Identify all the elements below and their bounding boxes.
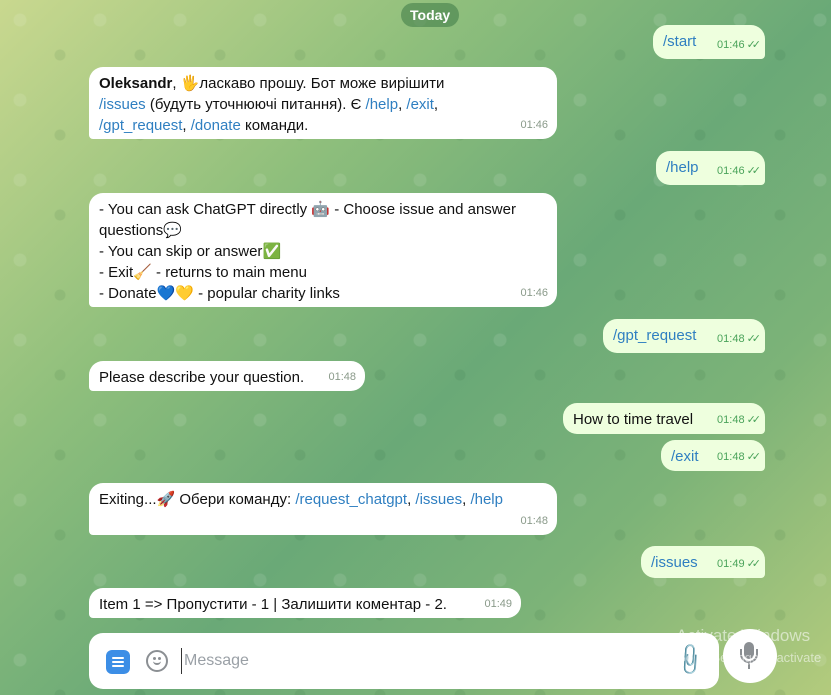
- sender-name: Oleksandr: [99, 75, 173, 92]
- message-text: - You can ask ChatGPT directly 🤖 - Choos…: [99, 201, 516, 302]
- message-time: 01:48: [520, 515, 548, 527]
- message-time: 01:48: [328, 371, 356, 383]
- message-outgoing[interactable]: How to time travel 01:48 ✓✓: [563, 403, 765, 434]
- message-outgoing[interactable]: /issues 01:49 ✓✓: [641, 546, 765, 578]
- read-checks-icon: ✓✓: [746, 558, 762, 570]
- read-checks-icon: ✓✓: [746, 39, 762, 51]
- activate-windows-watermark: Activate Windows Go to Settings to activ…: [676, 626, 822, 665]
- blue-heart-icon: 💙: [156, 285, 176, 302]
- command-link-help[interactable]: /help: [366, 96, 399, 113]
- message-text: Please describe your question.: [99, 369, 305, 386]
- message-outgoing[interactable]: /exit 01:48 ✓✓: [661, 440, 765, 471]
- message-text[interactable]: /gpt_request: [613, 327, 696, 344]
- broom-icon: 🧹: [133, 264, 152, 281]
- message-meta: 01:46 ✓✓: [717, 165, 762, 177]
- message-text: How to time travel: [573, 411, 694, 428]
- message-meta: 01:48 ✓✓: [717, 414, 762, 426]
- wave-icon: 🖐: [180, 75, 200, 92]
- yellow-heart-icon: 💛: [175, 285, 194, 302]
- command-link-donate[interactable]: /donate: [191, 117, 241, 134]
- read-checks-icon: ✓✓: [746, 333, 762, 345]
- command-link-request-chatgpt[interactable]: /request_chatgpt: [295, 491, 407, 508]
- message-outgoing[interactable]: /start 01:46 ✓✓: [653, 25, 765, 59]
- message-outgoing[interactable]: /gpt_request 01:48 ✓✓: [603, 319, 765, 353]
- message-text[interactable]: /start: [663, 33, 696, 50]
- command-link-issues[interactable]: /issues: [99, 96, 146, 113]
- read-checks-icon: ✓✓: [746, 451, 762, 463]
- message-incoming[interactable]: Please describe your question. 01:48: [89, 361, 365, 391]
- message-time: 01:49: [484, 598, 512, 610]
- message-meta: 01:49 ✓✓: [717, 558, 762, 570]
- command-link-issues[interactable]: /issues: [415, 491, 462, 508]
- message-incoming[interactable]: Exiting...🚀 Обери команду: /request_chat…: [89, 483, 557, 535]
- command-link-gpt-request[interactable]: /gpt_request: [99, 117, 182, 134]
- message-outgoing[interactable]: /help 01:46 ✓✓: [656, 151, 765, 185]
- message-incoming[interactable]: - You can ask ChatGPT directly 🤖 - Choos…: [89, 193, 557, 307]
- robot-icon: 🤖: [311, 201, 331, 218]
- message-text: Exiting...🚀 Обери команду: /request_chat…: [99, 491, 503, 508]
- command-link-help[interactable]: /help: [470, 491, 503, 508]
- date-divider: Today: [401, 3, 460, 27]
- message-meta: 01:46 ✓✓: [717, 39, 762, 51]
- message-meta: 01:48 ✓✓: [717, 451, 762, 463]
- message-text[interactable]: /help: [666, 159, 699, 176]
- message-input[interactable]: [181, 648, 661, 674]
- message-time: 01:46: [520, 119, 548, 131]
- message-incoming[interactable]: Oleksandr, 🖐ласкаво прошу. Бот може вирі…: [89, 67, 557, 139]
- speech-bubble-icon: 💬: [163, 222, 182, 239]
- message-time: 01:46: [520, 287, 548, 299]
- message-meta: 01:48 ✓✓: [717, 333, 762, 345]
- rocket-icon: 🚀: [156, 491, 176, 508]
- check-mark-icon: ✅: [262, 243, 282, 260]
- read-checks-icon: ✓✓: [746, 165, 762, 177]
- smile-icon[interactable]: [146, 650, 168, 672]
- menu-icon[interactable]: [106, 650, 130, 674]
- read-checks-icon: ✓✓: [746, 414, 762, 426]
- message-composer: 📎: [89, 633, 719, 689]
- message-text[interactable]: /issues: [651, 554, 698, 571]
- message-incoming[interactable]: Item 1 => Пропустити - 1 | Залишити коме…: [89, 588, 521, 618]
- message-text[interactable]: /exit: [671, 448, 699, 465]
- message-text: Oleksandr, 🖐ласкаво прошу. Бот може вирі…: [99, 75, 445, 134]
- command-link-exit[interactable]: /exit: [406, 96, 434, 113]
- message-text: Item 1 => Пропустити - 1 | Залишити коме…: [99, 596, 447, 613]
